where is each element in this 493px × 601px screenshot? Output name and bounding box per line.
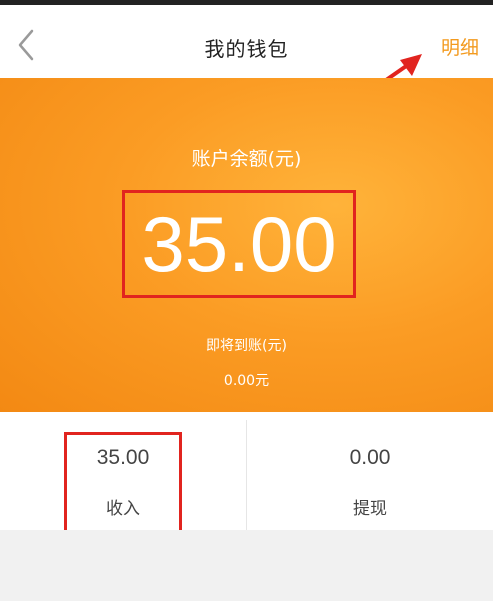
page-title: 我的钱包: [204, 37, 289, 61]
withdraw-value: 0.00: [349, 446, 391, 469]
bottom-area: [0, 530, 493, 601]
nav-bar: 我的钱包 明细: [0, 5, 493, 78]
balance-panel: 账户余额(元) 35.00 即将到账(元) 0.00元: [0, 78, 493, 412]
income-label: 收入: [106, 499, 140, 519]
withdraw-stat[interactable]: 0.00 提现: [247, 412, 493, 530]
withdraw-label: 提现: [353, 499, 387, 519]
detail-link[interactable]: 明细: [441, 33, 479, 60]
income-stat[interactable]: 35.00 收入: [0, 412, 246, 530]
balance-label: 账户余额(元): [191, 148, 302, 170]
income-value: 35.00: [96, 446, 150, 469]
balance-amount: 35.00: [141, 200, 337, 288]
stats-row: 35.00 收入 0.00 提现: [0, 412, 493, 530]
pending-label: 即将到账(元): [206, 338, 287, 354]
pending-amount: 0.00元: [223, 373, 270, 389]
